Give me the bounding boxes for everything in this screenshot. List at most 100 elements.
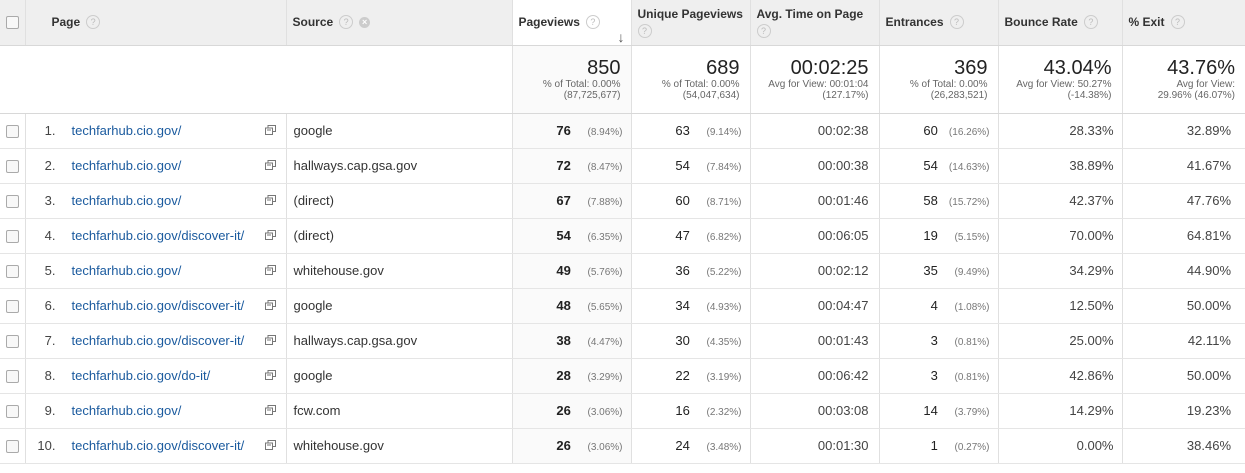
- row-checkbox[interactable]: [5, 300, 19, 314]
- table-row: 10. techfarhub.cio.gov/discover-it/ whit…: [0, 428, 1245, 464]
- avg-time-cell: 00:00:38: [750, 148, 880, 184]
- select-all-checkbox[interactable]: [5, 16, 19, 30]
- page-link[interactable]: techfarhub.cio.gov/discover-it/: [72, 298, 245, 313]
- total-value: 00:02:25: [790, 57, 869, 79]
- col-avg-time[interactable]: Avg. Time on Page?: [750, 0, 880, 46]
- entrances-cell: 35 (9.49%): [879, 253, 999, 289]
- unique-pageviews-value: 30: [675, 333, 690, 348]
- entrances-value: 35: [923, 263, 938, 278]
- table-row: 7. techfarhub.cio.gov/discover-it/ hallw…: [0, 323, 1245, 359]
- help-icon[interactable]: ?: [949, 15, 964, 30]
- row-checkbox[interactable]: [5, 370, 19, 384]
- unique-pageviews-value: 22: [675, 368, 690, 383]
- pageviews-cell: 48 (5.65%): [512, 288, 632, 324]
- help-icon[interactable]: ?: [756, 23, 771, 38]
- page-link[interactable]: techfarhub.cio.gov/discover-it/: [72, 333, 245, 348]
- open-external-icon[interactable]: [264, 264, 276, 275]
- pageviews-cell: 26 (3.06%): [512, 428, 632, 464]
- col-exit-label: % Exit: [1128, 15, 1165, 30]
- col-pageviews[interactable]: Pageviews? ↓: [512, 0, 632, 46]
- page-link[interactable]: techfarhub.cio.gov/: [72, 263, 182, 278]
- page-link[interactable]: techfarhub.cio.gov/: [72, 403, 182, 418]
- total-unique-pageviews: 689% of Total: 0.00% (54,047,634): [631, 45, 751, 114]
- help-icon[interactable]: ?: [1083, 15, 1098, 30]
- row-checkbox[interactable]: [5, 195, 19, 209]
- pageviews-pct: (5.76%): [587, 267, 623, 278]
- open-external-icon[interactable]: [264, 229, 276, 240]
- help-icon[interactable]: ?: [339, 15, 354, 30]
- remove-dimension-icon[interactable]: ×: [359, 16, 371, 28]
- row-checkbox[interactable]: [5, 265, 19, 279]
- source-cell: google: [286, 288, 513, 324]
- open-external-icon[interactable]: [264, 124, 276, 135]
- entrances-cell: 19 (5.15%): [879, 218, 999, 254]
- page-link[interactable]: techfarhub.cio.gov/: [72, 193, 182, 208]
- page-cell: 10. techfarhub.cio.gov/discover-it/: [25, 428, 287, 464]
- page-cell: 2. techfarhub.cio.gov/: [25, 148, 287, 184]
- open-external-icon[interactable]: [264, 194, 276, 205]
- sort-desc-icon[interactable]: ↓: [618, 29, 625, 45]
- page-link[interactable]: techfarhub.cio.gov/discover-it/: [72, 438, 245, 453]
- page-link[interactable]: techfarhub.cio.gov/: [72, 158, 182, 173]
- total-sub: 29.96% (46.07%): [1157, 90, 1235, 101]
- total-value: 43.76%: [1167, 57, 1235, 79]
- row-checkbox[interactable]: [5, 125, 19, 139]
- pageviews-cell: 26 (3.06%): [512, 393, 632, 429]
- row-checkbox[interactable]: [5, 335, 19, 349]
- table-row: 6. techfarhub.cio.gov/discover-it/ googl…: [0, 288, 1245, 324]
- open-external-icon[interactable]: [264, 159, 276, 170]
- row-checkbox[interactable]: [5, 230, 19, 244]
- page-link[interactable]: techfarhub.cio.gov/discover-it/: [72, 228, 245, 243]
- row-checkbox[interactable]: [5, 440, 19, 454]
- entrances-cell: 3 (0.81%): [879, 323, 999, 359]
- bounce-rate-cell: 28.33%: [998, 113, 1123, 149]
- totals-blank: [0, 45, 513, 114]
- entrances-pct: (1.08%): [954, 302, 990, 313]
- help-icon[interactable]: ?: [86, 15, 101, 30]
- analytics-table: Page? Source? × Pageviews? ↓ Unique Pagevi…: [0, 0, 1245, 464]
- pageviews-value: 26: [556, 438, 571, 453]
- col-pageviews-label: Pageviews: [518, 15, 580, 30]
- open-external-icon[interactable]: [264, 404, 276, 415]
- source-cell: hallways.cap.gsa.gov: [286, 148, 513, 184]
- pageviews-value: 48: [556, 298, 571, 313]
- col-unique-pageviews[interactable]: Unique Pageviews?: [631, 0, 751, 46]
- help-icon[interactable]: ?: [637, 23, 652, 38]
- open-external-icon[interactable]: [264, 439, 276, 450]
- pageviews-cell: 28 (3.29%): [512, 358, 632, 394]
- exit-cell: 32.89%: [1122, 113, 1245, 149]
- page-cell: 4. techfarhub.cio.gov/discover-it/: [25, 218, 287, 254]
- open-external-icon[interactable]: [264, 299, 276, 310]
- unique-pageviews-cell: 24 (3.48%): [631, 428, 751, 464]
- unique-pageviews-pct: (9.14%): [706, 127, 742, 138]
- help-icon[interactable]: ?: [585, 15, 600, 30]
- table-row: 1. techfarhub.cio.gov/ google 76 (8.94%)…: [0, 113, 1245, 149]
- page-link[interactable]: techfarhub.cio.gov/: [72, 123, 182, 138]
- page-cell: 1. techfarhub.cio.gov/: [25, 113, 287, 149]
- entrances-cell: 54 (14.63%): [879, 148, 999, 184]
- exit-cell: 64.81%: [1122, 218, 1245, 254]
- col-exit[interactable]: % Exit?: [1122, 0, 1245, 46]
- open-external-icon[interactable]: [264, 369, 276, 380]
- bounce-rate-cell: 34.29%: [998, 253, 1123, 289]
- col-page[interactable]: Page?: [25, 0, 287, 46]
- col-entrances[interactable]: Entrances?: [879, 0, 999, 46]
- row-checkbox[interactable]: [5, 160, 19, 174]
- col-page-label: Page: [51, 15, 81, 30]
- col-bounce-rate[interactable]: Bounce Rate?: [998, 0, 1123, 46]
- row-number: 1.: [44, 123, 56, 138]
- entrances-cell: 14 (3.79%): [879, 393, 999, 429]
- source-cell: whitehouse.gov: [286, 253, 513, 289]
- unique-pageviews-cell: 16 (2.32%): [631, 393, 751, 429]
- bounce-rate-cell: 38.89%: [998, 148, 1123, 184]
- avg-time-cell: 00:01:30: [750, 428, 880, 464]
- col-source[interactable]: Source? ×: [286, 0, 513, 46]
- help-icon[interactable]: ?: [1170, 15, 1185, 30]
- entrances-cell: 4 (1.08%): [879, 288, 999, 324]
- open-external-icon[interactable]: [264, 334, 276, 345]
- page-link[interactable]: techfarhub.cio.gov/do-it/: [72, 368, 211, 383]
- row-checkbox[interactable]: [5, 405, 19, 419]
- total-sub: Avg for View: 50.27%: [1016, 79, 1112, 90]
- pageviews-cell: 38 (4.47%): [512, 323, 632, 359]
- table-row: 2. techfarhub.cio.gov/ hallways.cap.gsa.…: [0, 148, 1245, 184]
